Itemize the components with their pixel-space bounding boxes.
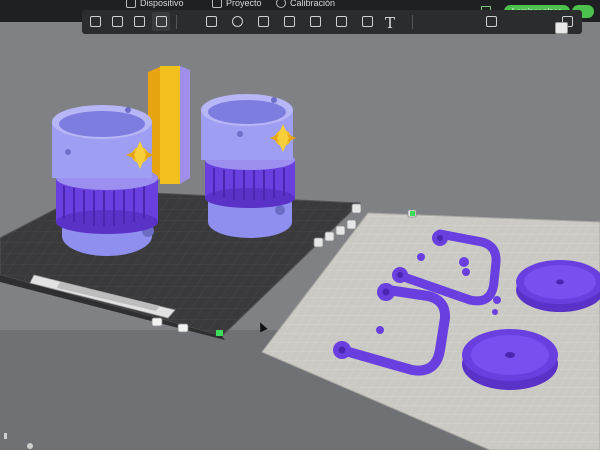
cut-icon: [283, 16, 295, 27]
auto-orient-button[interactable]: [130, 12, 148, 31]
rotate-icon: [231, 16, 243, 27]
cylinder-model-right: [201, 94, 295, 238]
tab-device-label: Dispositivo: [140, 0, 184, 8]
measure-icon: [485, 16, 497, 27]
move-button[interactable]: [202, 12, 220, 31]
support-icon: [309, 16, 321, 27]
support-button[interactable]: [306, 12, 324, 31]
tab-project[interactable]: Proyecto: [212, 0, 262, 10]
cut-button[interactable]: [280, 12, 298, 31]
grid-button[interactable]: [108, 12, 126, 31]
lid-part-bottom: [462, 329, 558, 390]
text-tool-icon[interactable]: T: [385, 14, 395, 32]
tab-project-label: Proyecto: [226, 0, 262, 8]
seam-icon: [335, 16, 347, 27]
rotate-button[interactable]: [228, 12, 246, 31]
toolbar-divider: [176, 15, 177, 29]
paint-icon: [361, 16, 373, 27]
paint-button[interactable]: [358, 12, 376, 31]
arrange-button[interactable]: [152, 12, 170, 31]
scale-button[interactable]: [254, 12, 272, 31]
object-list-icon[interactable]: [555, 22, 568, 34]
lid-part-top: [516, 260, 600, 312]
measure-button[interactable]: [482, 12, 500, 31]
move-icon: [205, 16, 217, 27]
add-object-button[interactable]: [86, 12, 104, 31]
yellow-panel-model: [160, 66, 180, 184]
project-icon: [212, 0, 222, 8]
arrange-icon: [155, 16, 167, 27]
3d-viewport[interactable]: [0, 0, 600, 450]
add-object-icon: [89, 16, 101, 27]
main-toolbar: T: [82, 10, 582, 34]
toolbar-divider: [412, 15, 413, 29]
tab-calibration[interactable]: Calibración: [276, 0, 335, 10]
seam-button[interactable]: [332, 12, 350, 31]
scale-icon: [257, 16, 269, 27]
device-icon: [126, 0, 136, 8]
auto-orient-icon: [133, 16, 145, 27]
cylinder-model-left: [52, 105, 158, 256]
calibration-icon: [276, 0, 286, 8]
tab-calibration-label: Calibración: [290, 0, 336, 8]
grid-icon: [111, 16, 123, 27]
tab-device[interactable]: Dispositivo: [126, 0, 184, 10]
